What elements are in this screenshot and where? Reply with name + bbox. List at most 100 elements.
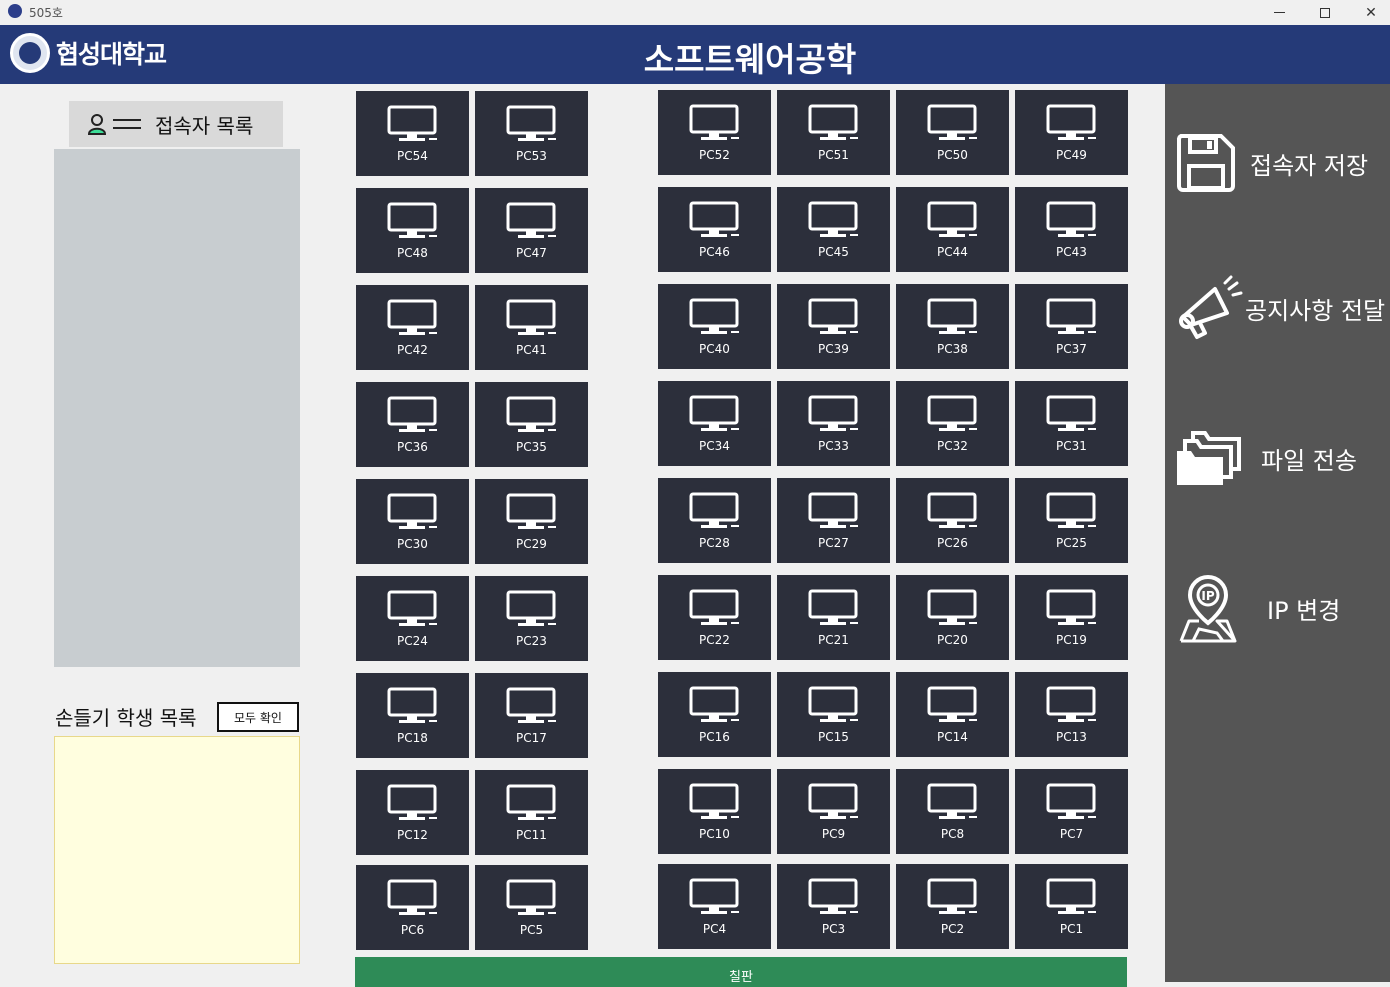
monitor-icon — [387, 493, 437, 529]
pc-tile[interactable]: PC27 — [777, 478, 890, 563]
pc-tile[interactable]: PC15 — [777, 672, 890, 757]
pc-tile[interactable]: PC53 — [475, 91, 588, 176]
close-button[interactable]: ✕ — [1348, 0, 1390, 25]
send-file-button[interactable]: 파일 전송 — [1165, 419, 1390, 499]
pc-tile[interactable]: PC44 — [896, 187, 1009, 272]
monitor-icon — [808, 878, 858, 914]
maximize-icon — [1320, 7, 1330, 18]
pc-tile[interactable]: PC50 — [896, 90, 1009, 175]
svg-text:IP: IP — [1201, 589, 1214, 603]
monitor-icon — [808, 104, 858, 140]
maximize-button[interactable] — [1302, 0, 1348, 25]
pc-tile[interactable]: PC2 — [896, 864, 1009, 949]
pc-tile[interactable]: PC23 — [475, 576, 588, 661]
pc-label: PC25 — [1056, 536, 1087, 550]
pc-tile[interactable]: PC17 — [475, 673, 588, 758]
pc-tile[interactable]: PC36 — [356, 382, 469, 467]
pc-tile[interactable]: PC11 — [475, 770, 588, 855]
pc-label: PC36 — [397, 440, 428, 454]
pc-tile[interactable]: PC12 — [356, 770, 469, 855]
pc-tile[interactable]: PC40 — [658, 284, 771, 369]
pc-label: PC18 — [397, 731, 428, 745]
pc-tile[interactable]: PC20 — [896, 575, 1009, 660]
monitor-icon — [1046, 589, 1096, 625]
pc-tile[interactable]: PC33 — [777, 381, 890, 466]
monitor-icon — [808, 201, 858, 237]
pc-tile[interactable]: PC21 — [777, 575, 890, 660]
pc-tile[interactable]: PC28 — [658, 478, 771, 563]
pc-tile[interactable]: PC45 — [777, 187, 890, 272]
monitor-icon — [506, 784, 556, 820]
monitor-icon — [506, 590, 556, 626]
minimize-button[interactable] — [1256, 0, 1302, 25]
pc-tile[interactable]: PC25 — [1015, 478, 1128, 563]
save-users-button[interactable]: 접속자 저장 — [1165, 124, 1390, 204]
pc-tile[interactable]: PC37 — [1015, 284, 1128, 369]
pc-tile[interactable]: PC9 — [777, 769, 890, 854]
pc-label: PC22 — [699, 633, 730, 647]
raised-hands-list[interactable] — [54, 736, 300, 964]
monitor-icon — [506, 687, 556, 723]
pc-tile[interactable]: PC42 — [356, 285, 469, 370]
page-title: 소프트웨어공학 — [643, 40, 857, 79]
monitor-icon — [506, 299, 556, 335]
pc-label: PC41 — [516, 343, 547, 357]
pc-tile[interactable]: PC4 — [658, 864, 771, 949]
connected-users-list[interactable] — [54, 149, 300, 667]
pc-tile[interactable]: PC46 — [658, 187, 771, 272]
pc-tile[interactable]: PC52 — [658, 90, 771, 175]
pc-label: PC5 — [519, 923, 544, 937]
pc-tile[interactable]: PC26 — [896, 478, 1009, 563]
pc-tile[interactable]: PC38 — [896, 284, 1009, 369]
pc-tile[interactable]: PC24 — [356, 576, 469, 661]
pc-tile[interactable]: PC14 — [896, 672, 1009, 757]
pc-tile[interactable]: PC51 — [777, 90, 890, 175]
pc-tile[interactable]: PC31 — [1015, 381, 1128, 466]
pc-tile[interactable]: PC48 — [356, 188, 469, 273]
monitor-icon — [689, 686, 739, 722]
pc-tile[interactable]: PC8 — [896, 769, 1009, 854]
pc-tile[interactable]: PC54 — [356, 91, 469, 176]
pc-label: PC11 — [516, 828, 547, 842]
pc-tile[interactable]: PC22 — [658, 575, 771, 660]
pc-tile[interactable]: PC49 — [1015, 90, 1128, 175]
pc-tile[interactable]: PC43 — [1015, 187, 1128, 272]
save-users-label: 접속자 저장 — [1250, 152, 1369, 180]
pc-label: PC13 — [1056, 730, 1087, 744]
send-notice-button[interactable]: 공지사항 전달 — [1165, 269, 1390, 349]
pc-tile[interactable]: PC32 — [896, 381, 1009, 466]
monitor-icon — [927, 589, 977, 625]
pc-label: PC2 — [940, 922, 965, 936]
pc-label: PC24 — [397, 634, 428, 648]
pc-label: PC52 — [699, 148, 730, 162]
pc-tile[interactable]: PC18 — [356, 673, 469, 758]
pc-tile[interactable]: PC5 — [475, 865, 588, 950]
pc-tile[interactable]: PC7 — [1015, 769, 1128, 854]
monitor-icon — [927, 492, 977, 528]
monitor-icon — [927, 783, 977, 819]
confirm-all-button[interactable]: 모두 확인 — [217, 702, 299, 732]
pc-tile[interactable]: PC47 — [475, 188, 588, 273]
pc-tile[interactable]: PC39 — [777, 284, 890, 369]
pc-tile[interactable]: PC6 — [356, 865, 469, 950]
pc-tile[interactable]: PC34 — [658, 381, 771, 466]
pc-tile[interactable]: PC30 — [356, 479, 469, 564]
pc-tile[interactable]: PC35 — [475, 382, 588, 467]
pc-tile[interactable]: PC16 — [658, 672, 771, 757]
pc-tile[interactable]: PC19 — [1015, 575, 1128, 660]
pc-tile[interactable]: PC41 — [475, 285, 588, 370]
monitor-icon — [506, 879, 556, 915]
pc-label: PC6 — [400, 923, 425, 937]
pc-tile[interactable]: PC13 — [1015, 672, 1128, 757]
pc-tile[interactable]: PC1 — [1015, 864, 1128, 949]
pc-tile[interactable]: PC29 — [475, 479, 588, 564]
pc-label: PC20 — [937, 633, 968, 647]
change-ip-button[interactable]: IP IP 변경 — [1165, 569, 1390, 649]
monitor-icon — [927, 686, 977, 722]
pc-tile[interactable]: PC10 — [658, 769, 771, 854]
pc-tile[interactable]: PC3 — [777, 864, 890, 949]
monitor-icon — [387, 784, 437, 820]
pc-label: PC34 — [699, 439, 730, 453]
blackboard-button[interactable]: 칠판 — [355, 957, 1127, 987]
pc-label: PC12 — [397, 828, 428, 842]
